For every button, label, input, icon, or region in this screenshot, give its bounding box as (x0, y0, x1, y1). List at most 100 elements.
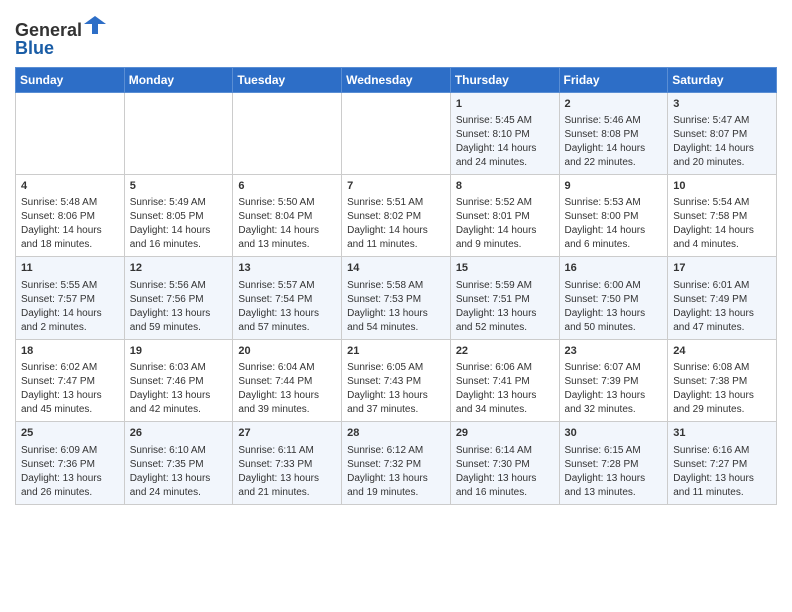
day-info: Daylight: 14 hours (565, 142, 663, 156)
calendar-cell: 22Sunrise: 6:06 AMSunset: 7:41 PMDayligh… (450, 339, 559, 421)
calendar-cell: 24Sunrise: 6:08 AMSunset: 7:38 PMDayligh… (668, 339, 777, 421)
calendar-cell: 7Sunrise: 5:51 AMSunset: 8:02 PMDaylight… (342, 174, 451, 256)
day-info: and 21 minutes. (238, 486, 336, 500)
calendar-cell: 13Sunrise: 5:57 AMSunset: 7:54 PMDayligh… (233, 257, 342, 339)
day-info: Daylight: 13 hours (130, 307, 228, 321)
calendar-cell (342, 92, 451, 174)
day-info: Sunrise: 5:48 AM (21, 196, 119, 210)
day-info: Sunrise: 5:56 AM (130, 279, 228, 293)
week-row-2: 4Sunrise: 5:48 AMSunset: 8:06 PMDaylight… (16, 174, 777, 256)
day-info: and 4 minutes. (673, 238, 771, 252)
day-number: 22 (456, 344, 554, 359)
day-info: Daylight: 14 hours (565, 224, 663, 238)
day-info: and 26 minutes. (21, 486, 119, 500)
day-info: Daylight: 14 hours (456, 142, 554, 156)
calendar-cell (124, 92, 233, 174)
day-info: Daylight: 13 hours (21, 389, 119, 403)
day-number: 28 (347, 426, 445, 441)
day-info: Sunrise: 6:04 AM (238, 361, 336, 375)
day-info: Sunset: 7:43 PM (347, 375, 445, 389)
day-info: Sunset: 7:35 PM (130, 458, 228, 472)
day-info: and 57 minutes. (238, 321, 336, 335)
day-info: Daylight: 13 hours (238, 389, 336, 403)
day-info: Sunset: 8:07 PM (673, 128, 771, 142)
calendar-cell: 8Sunrise: 5:52 AMSunset: 8:01 PMDaylight… (450, 174, 559, 256)
day-info: Sunrise: 6:12 AM (347, 444, 445, 458)
day-number: 2 (565, 97, 663, 112)
header-row: SundayMondayTuesdayWednesdayThursdayFrid… (16, 67, 777, 92)
day-info: Sunrise: 5:55 AM (21, 279, 119, 293)
day-info: Sunrise: 6:11 AM (238, 444, 336, 458)
day-info: Sunset: 7:41 PM (456, 375, 554, 389)
calendar-cell: 14Sunrise: 5:58 AMSunset: 7:53 PMDayligh… (342, 257, 451, 339)
day-info: and 6 minutes. (565, 238, 663, 252)
day-info: Sunrise: 5:57 AM (238, 279, 336, 293)
day-info: and 52 minutes. (456, 321, 554, 335)
day-info: Daylight: 14 hours (238, 224, 336, 238)
calendar-cell: 11Sunrise: 5:55 AMSunset: 7:57 PMDayligh… (16, 257, 125, 339)
day-number: 29 (456, 426, 554, 441)
day-number: 27 (238, 426, 336, 441)
day-info: Daylight: 13 hours (456, 389, 554, 403)
logo-blue: Blue (15, 38, 54, 58)
day-info: Sunrise: 6:01 AM (673, 279, 771, 293)
day-info: Daylight: 14 hours (456, 224, 554, 238)
day-info: Sunset: 7:57 PM (21, 293, 119, 307)
day-info: Daylight: 14 hours (347, 224, 445, 238)
col-header-wednesday: Wednesday (342, 67, 451, 92)
calendar-cell: 5Sunrise: 5:49 AMSunset: 8:05 PMDaylight… (124, 174, 233, 256)
day-info: and 11 minutes. (347, 238, 445, 252)
col-header-friday: Friday (559, 67, 668, 92)
day-info: Sunrise: 6:03 AM (130, 361, 228, 375)
day-info: Daylight: 13 hours (347, 472, 445, 486)
day-info: and 16 minutes. (130, 238, 228, 252)
day-info: Sunset: 7:54 PM (238, 293, 336, 307)
calendar-cell: 4Sunrise: 5:48 AMSunset: 8:06 PMDaylight… (16, 174, 125, 256)
day-info: and 29 minutes. (673, 403, 771, 417)
day-info: Daylight: 14 hours (673, 142, 771, 156)
day-number: 1 (456, 97, 554, 112)
calendar-cell: 29Sunrise: 6:14 AMSunset: 7:30 PMDayligh… (450, 422, 559, 504)
day-info: Sunset: 8:00 PM (565, 210, 663, 224)
calendar-cell: 21 Sunrise: 6:05 AMSunset: 7:43 PMDayligh… (342, 339, 451, 421)
calendar-cell (233, 92, 342, 174)
calendar-cell: 1Sunrise: 5:45 AMSunset: 8:10 PMDaylight… (450, 92, 559, 174)
day-info: and 19 minutes. (347, 486, 445, 500)
day-info: and 16 minutes. (456, 486, 554, 500)
day-number: 19 (130, 344, 228, 359)
day-info: Sunset: 8:02 PM (347, 210, 445, 224)
calendar-cell: 26Sunrise: 6:10 AMSunset: 7:35 PMDayligh… (124, 422, 233, 504)
day-info: Daylight: 13 hours (347, 389, 445, 403)
day-info: Daylight: 13 hours (456, 472, 554, 486)
calendar-cell: 9Sunrise: 5:53 AMSunset: 8:00 PMDaylight… (559, 174, 668, 256)
day-number: 30 (565, 426, 663, 441)
day-info: Sunrise: 6:05 AM (347, 361, 445, 375)
day-info: Sunset: 7:27 PM (673, 458, 771, 472)
day-info: Sunset: 7:36 PM (21, 458, 119, 472)
day-info: Sunrise: 6:10 AM (130, 444, 228, 458)
day-info: Sunrise: 6:15 AM (565, 444, 663, 458)
day-info: Sunset: 7:38 PM (673, 375, 771, 389)
day-number: 20 (238, 344, 336, 359)
day-info: and 47 minutes. (673, 321, 771, 335)
day-info: Sunset: 8:04 PM (238, 210, 336, 224)
day-info: Sunset: 7:32 PM (347, 458, 445, 472)
calendar-table: SundayMondayTuesdayWednesdayThursdayFrid… (15, 67, 777, 505)
day-info: and 20 minutes. (673, 156, 771, 170)
day-number: 21 (347, 344, 445, 359)
calendar-cell: 17Sunrise: 6:01 AMSunset: 7:49 PMDayligh… (668, 257, 777, 339)
day-info: Daylight: 14 hours (21, 224, 119, 238)
day-info: Sunset: 7:47 PM (21, 375, 119, 389)
day-info: Sunset: 7:58 PM (673, 210, 771, 224)
calendar-cell: 2Sunrise: 5:46 AMSunset: 8:08 PMDaylight… (559, 92, 668, 174)
day-info: Sunrise: 5:59 AM (456, 279, 554, 293)
calendar-cell: 3Sunrise: 5:47 AMSunset: 8:07 PMDaylight… (668, 92, 777, 174)
day-info: Sunset: 7:56 PM (130, 293, 228, 307)
day-number: 10 (673, 179, 771, 194)
day-info: Sunrise: 5:46 AM (565, 114, 663, 128)
day-info: Daylight: 13 hours (565, 389, 663, 403)
week-row-1: 1Sunrise: 5:45 AMSunset: 8:10 PMDaylight… (16, 92, 777, 174)
calendar-cell: 23Sunrise: 6:07 AMSunset: 7:39 PMDayligh… (559, 339, 668, 421)
week-row-5: 25Sunrise: 6:09 AMSunset: 7:36 PMDayligh… (16, 422, 777, 504)
day-number: 24 (673, 344, 771, 359)
